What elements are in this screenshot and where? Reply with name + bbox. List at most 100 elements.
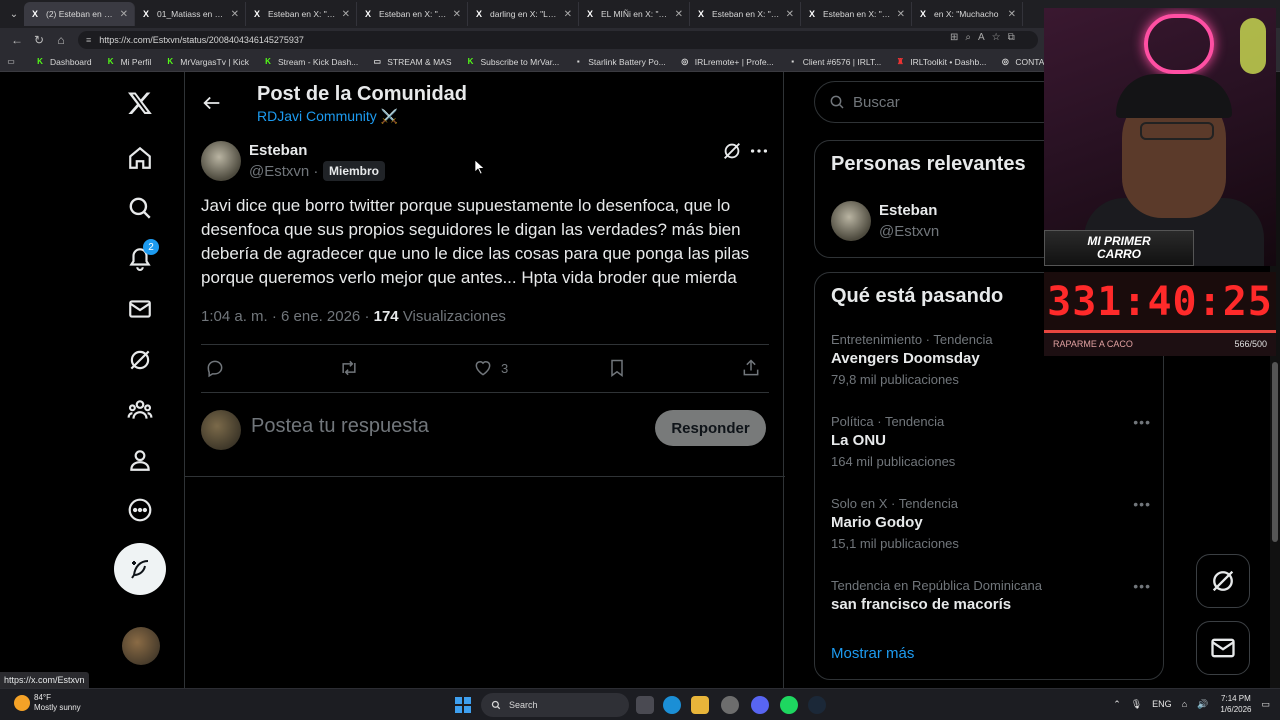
search-box[interactable]: Buscar [814, 81, 1064, 123]
post-text: Javi dice que borro twitter porque supue… [201, 196, 750, 287]
bookmark-item[interactable]: K MrVargasTv | Kick [165, 57, 249, 67]
language-indicator[interactable]: ENG [1152, 699, 1172, 709]
browser-tab[interactable]: X 01_Matiass en X: "Nó ✕ [135, 2, 246, 26]
clock[interactable]: 7:14 PM 1/6/2026 [1220, 693, 1251, 715]
taskbar-search[interactable]: Search [481, 693, 629, 717]
explore-search-icon[interactable] [115, 183, 165, 233]
notifications-bell-icon[interactable]: 2 [115, 233, 165, 283]
show-more-link[interactable]: Mostrar más [831, 645, 914, 662]
site-info-icon[interactable]: ≡ [86, 35, 91, 45]
trend-more-icon[interactable]: ••• [1133, 496, 1151, 512]
grok-fab[interactable] [1196, 554, 1250, 608]
extensions-icon[interactable]: ⧉ [1008, 32, 1015, 43]
bookmark-item[interactable]: ▪ Client #6576 | IRLT... [788, 57, 881, 67]
zoom-icon[interactable]: ⌕ [965, 32, 971, 43]
close-tab-icon[interactable]: ✕ [342, 9, 350, 20]
tray-overflow-icon[interactable]: ⌃ [1113, 699, 1121, 710]
favorite-icon[interactable]: ☆ [992, 32, 1001, 43]
weather-widget[interactable]: 84°F Mostly sunny [14, 693, 81, 713]
reply-input[interactable]: Postea tu respuesta [251, 415, 429, 438]
notification-center-icon[interactable]: ▭ [1261, 699, 1270, 710]
home-button[interactable]: ⌂ [50, 30, 72, 50]
close-tab-icon[interactable]: ✕ [453, 9, 461, 20]
post-timestamp[interactable]: 1:04 a. m. · 6 ene. 2026 · [201, 308, 369, 325]
communities-icon[interactable] [115, 385, 165, 435]
more-options-icon[interactable] [115, 485, 165, 535]
like-action[interactable]: 3 [473, 356, 508, 380]
close-tab-icon[interactable]: ✕ [231, 9, 239, 20]
bookmark-item[interactable]: K Dashboard [35, 57, 91, 67]
x-logo-icon: X [919, 9, 926, 19]
apps-icon[interactable]: ⊞ [950, 32, 958, 43]
share-action[interactable] [741, 356, 761, 380]
browser-tab[interactable]: Xen X: "Muchacho ✕ [912, 2, 1023, 26]
messages-mail-icon[interactable] [115, 284, 165, 334]
close-tab-icon[interactable]: ✕ [120, 9, 128, 20]
grok-explain-icon[interactable] [721, 140, 743, 162]
close-tab-icon[interactable]: ✕ [786, 9, 794, 20]
bookmark-item[interactable]: K Stream - Kick Dash... [263, 57, 358, 67]
bookmark-item[interactable]: K Subscribe to MrVar... [466, 57, 560, 67]
author-avatar[interactable] [201, 141, 241, 181]
relevant-name[interactable]: Esteban [879, 202, 937, 219]
compose-post-button[interactable] [114, 543, 166, 595]
relevant-handle[interactable]: @Estxvn [879, 223, 939, 240]
file-explorer-icon[interactable] [691, 696, 709, 714]
browser-tab[interactable]: X Esteban en X: "no es ✕ [246, 2, 357, 26]
url-field[interactable]: ≡ https://x.com/Estxvn/status/2008404346… [78, 31, 1038, 49]
trend-item[interactable]: Política · Tendencia La ONU 164 mil publ… [831, 414, 1151, 469]
browser-tab[interactable]: Xdarling en X: "La ver ✕ [468, 2, 579, 26]
author-name[interactable]: Esteban [249, 142, 307, 159]
relevant-avatar[interactable] [831, 201, 871, 241]
back-nav-button[interactable]: ← [6, 30, 28, 50]
x-logo-icon[interactable] [115, 78, 165, 128]
repost-action[interactable] [339, 356, 359, 380]
author-handle[interactable]: @Estxvn · [249, 163, 318, 180]
edge-browser-icon[interactable] [663, 696, 681, 714]
task-view-icon[interactable] [636, 696, 654, 714]
back-arrow-icon[interactable] [201, 92, 223, 114]
close-tab-icon[interactable]: ✕ [1008, 9, 1016, 20]
trend-item[interactable]: Tendencia en República Dominicana san fr… [831, 578, 1151, 613]
trend-item[interactable]: Solo en X · Tendencia Mario Godoy 15,1 m… [831, 496, 1151, 551]
spotify-icon[interactable] [780, 696, 798, 714]
trend-more-icon[interactable]: ••• [1133, 578, 1151, 594]
browser-tab[interactable]: X Esteban en X: "siemp ✕ [801, 2, 912, 26]
grok-icon[interactable] [115, 335, 165, 385]
bookmarks-menu-icon[interactable]: ▭ [6, 57, 21, 67]
bookmark-item[interactable]: ♜ IRLToolkit • Dashb... [895, 57, 987, 67]
bookmark-action[interactable] [607, 356, 627, 380]
reload-button[interactable]: ↻ [28, 30, 50, 50]
browser-tab[interactable]: X Esteban en X: "Javi d ✕ [357, 2, 468, 26]
browser-tab[interactable]: X EL MIÑi en X: "Pero ✕ [579, 2, 690, 26]
account-avatar[interactable] [122, 627, 160, 665]
chrome-icon[interactable] [721, 696, 739, 714]
read-aloud-icon[interactable]: A [978, 32, 985, 43]
close-tab-icon[interactable]: ✕ [675, 9, 683, 20]
browser-tab[interactable]: X (2) Esteban en X: "Javi ✕ [24, 2, 135, 26]
browser-tab[interactable]: X Esteban en X: "pero ✕ [690, 2, 801, 26]
profile-icon[interactable] [115, 435, 165, 485]
discord-icon[interactable] [751, 696, 769, 714]
reply-avatar [201, 410, 241, 450]
close-tab-icon[interactable]: ✕ [564, 9, 572, 20]
post-more-icon[interactable] [748, 140, 770, 162]
scrollbar-thumb[interactable] [1272, 362, 1278, 542]
network-icon[interactable]: ⌂ [1182, 699, 1187, 709]
bookmark-item[interactable]: K Mi Perfil [106, 57, 152, 67]
trend-more-icon[interactable]: ••• [1133, 414, 1151, 430]
microphone-icon[interactable]: 🎙 [1131, 699, 1142, 710]
home-icon[interactable] [115, 133, 165, 183]
bookmark-item[interactable]: ◎ IRLremote+ | Profe... [680, 57, 773, 67]
start-button-icon[interactable] [455, 697, 471, 713]
tab-list-button[interactable]: ⌄ [4, 4, 24, 24]
reply-button[interactable]: Responder [655, 410, 766, 446]
reply-action[interactable] [205, 356, 225, 380]
bookmark-item[interactable]: ▭ STREAM & MAS [372, 57, 451, 67]
close-tab-icon[interactable]: ✕ [897, 9, 905, 20]
bookmark-item[interactable]: ▪ Starlink Battery Po... [573, 57, 666, 67]
volume-icon[interactable]: 🔊 [1197, 699, 1208, 710]
messages-fab[interactable] [1196, 621, 1250, 675]
community-link[interactable]: RDJavi Community ⚔️ [257, 108, 398, 125]
steam-icon[interactable] [808, 696, 826, 714]
